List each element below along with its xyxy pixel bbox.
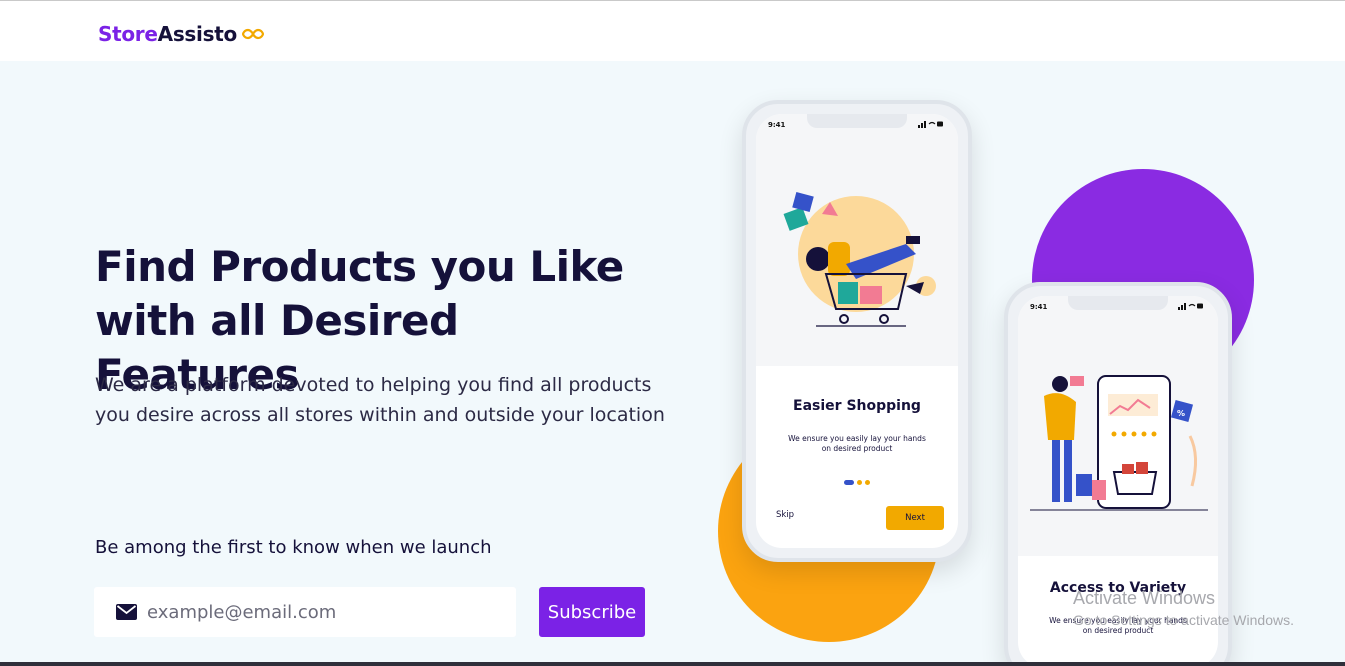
brand-name-part1: Store (98, 22, 158, 46)
phone-screen: 9:41 Easier Shopping We ensure you easil… (756, 114, 958, 548)
skip-link[interactable]: Skip (776, 510, 794, 520)
bottom-edge (0, 662, 1345, 666)
status-icons (918, 121, 943, 128)
infinity-icon (241, 28, 264, 40)
phone-screen: % 9:41 Access to Variety We ensure you e… (1018, 296, 1218, 666)
phone-mockup-easier-shopping: 9:41 Easier Shopping We ensure you easil… (742, 100, 972, 562)
subscribe-button[interactable]: Subscribe (539, 587, 645, 637)
phone-notch (1068, 296, 1168, 310)
activate-windows-subtitle: Go to Settings to activate Windows. (1073, 612, 1294, 628)
top-navbar: Store Assisto (0, 0, 1345, 61)
status-icons (1178, 303, 1203, 310)
hero-subtitle: We are a platform devoted to helping you… (95, 374, 665, 426)
pagination-dots[interactable] (844, 480, 870, 485)
brand-logo[interactable]: Store Assisto (98, 22, 264, 46)
pagination-dot-active[interactable] (844, 480, 854, 485)
shopping-cart-illustration (783, 191, 936, 327)
email-field-container (94, 587, 516, 637)
status-time: 9:41 (1030, 303, 1048, 311)
onboarding-title: Easier Shopping (793, 398, 921, 414)
activate-windows-title: Activate Windows (1073, 588, 1216, 608)
newsletter-label: Be among the first to know when we launc… (95, 537, 492, 558)
svg-text:%: % (1177, 409, 1185, 418)
brand-name-part2: Assisto (157, 22, 238, 46)
mail-icon (116, 604, 137, 620)
pagination-dot[interactable] (865, 480, 870, 485)
phone-notch (807, 114, 907, 128)
shopping-illustration: 9:41 (756, 114, 958, 366)
variety-shopping-illustration: % (1030, 375, 1208, 511)
email-input[interactable] (147, 601, 487, 623)
pagination-dot[interactable] (857, 480, 862, 485)
onboarding-description: We ensure you easily lay your hands on d… (788, 434, 926, 453)
variety-illustration: % 9:41 (1018, 296, 1218, 556)
status-time: 9:41 (768, 121, 786, 129)
next-button[interactable]: Next (886, 506, 944, 530)
